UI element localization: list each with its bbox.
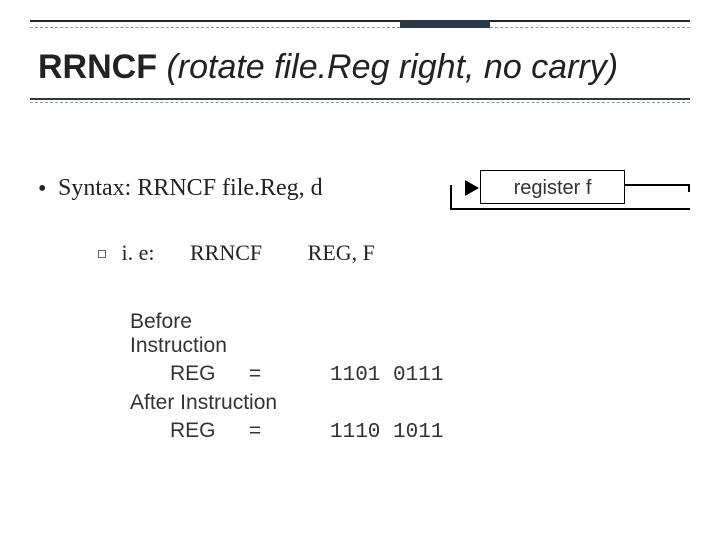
title-mnemonic: RRNCF <box>38 48 157 86</box>
bullet-square-icon <box>98 250 106 258</box>
rotate-diagram: register f <box>410 170 690 208</box>
before-value: 1101 0111 <box>330 364 443 387</box>
before-label: Before Instruction <box>130 310 285 358</box>
slide-accent <box>0 0 720 30</box>
after-reg: REG <box>170 419 240 443</box>
before-reg: REG <box>170 362 240 386</box>
before-eq: = <box>240 362 270 386</box>
example-operands: REG, F <box>308 240 375 265</box>
syntax-line: Syntax: RRNCF file.Reg, d <box>58 175 323 202</box>
title-description: (rotate file.Reg right, no carry) <box>166 48 618 86</box>
arrow-head-icon <box>465 180 479 196</box>
example-line: i. e: RRNCF REG, F <box>98 240 375 266</box>
slide-title: RRNCF (rotate file.Reg right, no carry) <box>38 48 618 87</box>
title-underline <box>30 98 690 103</box>
after-value: 1110 1011 <box>330 421 443 444</box>
example-mnemonic: RRNCF <box>190 240 262 265</box>
after-eq: = <box>240 419 270 443</box>
register-box: register f <box>480 170 625 204</box>
example-prefix: i. e: <box>122 240 155 265</box>
instruction-state: Before Instruction REG = 1101 0111 After… <box>130 310 443 448</box>
after-label: After Instruction <box>130 391 285 415</box>
